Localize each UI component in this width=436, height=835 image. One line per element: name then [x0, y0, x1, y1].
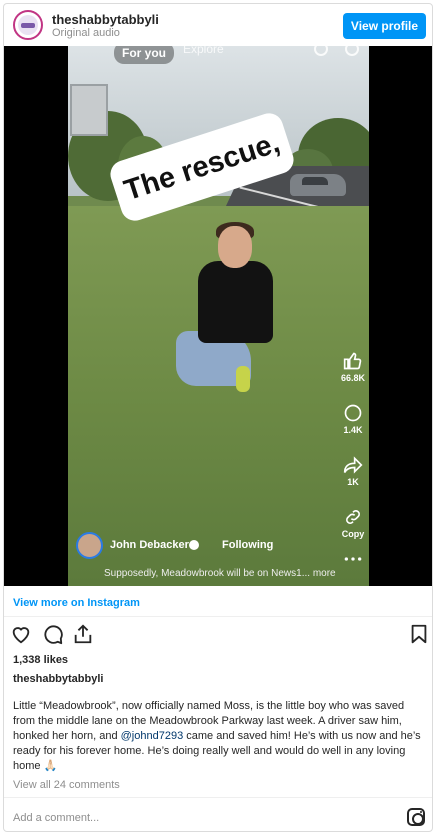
person-head — [218, 226, 252, 268]
post-caption: Little “Meadowbrook”, now officially nam… — [13, 699, 425, 774]
divider — [4, 797, 432, 798]
video-copy: Copy — [336, 507, 369, 539]
post-header: theshabbytabbyli Original audio View pro… — [4, 4, 432, 46]
avatar-image — [18, 15, 38, 35]
tab-for-you: For you — [114, 46, 174, 64]
view-comments-link[interactable]: View all 24 comments — [13, 779, 120, 791]
heart-icon[interactable] — [10, 623, 32, 645]
video-like: 66.8K — [336, 351, 369, 383]
share-arrow-icon — [343, 456, 363, 474]
more-icon — [336, 555, 369, 565]
more-dots — [344, 557, 362, 561]
bookmark-icon[interactable] — [408, 623, 430, 645]
view-profile-button[interactable]: View profile — [343, 13, 426, 39]
video-share-count: 1K — [347, 477, 359, 487]
scene-road-sign — [70, 84, 108, 136]
instagram-icon[interactable] — [407, 808, 425, 826]
video-comments: 1.4K — [336, 403, 369, 435]
view-more-link[interactable]: View more on Instagram — [13, 597, 140, 609]
like-count[interactable]: 1,338 likes — [13, 654, 68, 666]
copy-icon — [346, 510, 360, 524]
search-icon — [314, 46, 328, 56]
comment-bubble-icon — [344, 404, 362, 422]
person-body — [198, 261, 273, 343]
caption-username[interactable]: theshabbytabbyli — [13, 673, 103, 685]
video-copy-label: Copy — [341, 529, 365, 539]
comment-input[interactable] — [13, 812, 393, 824]
profile-icon — [345, 46, 359, 56]
post-media[interactable]: The rescue, For you Explore 66.8K 1.4K 1… — [4, 46, 432, 586]
video-caption: Supposedly, Meadowbrook will be on News1… — [104, 568, 336, 579]
like-icon — [343, 352, 362, 370]
creator-name: John Debacker — [110, 539, 189, 551]
video-like-count: 66.8K — [340, 373, 366, 383]
share-icon[interactable] — [72, 623, 94, 645]
video-comment-count: 1.4K — [343, 425, 363, 435]
scene-car — [290, 174, 346, 196]
caption-mention[interactable]: @johnd7293 — [121, 730, 184, 742]
following-label: Following — [222, 539, 274, 551]
video-frame[interactable]: The rescue, For you Explore 66.8K 1.4K 1… — [68, 46, 369, 586]
person-shoe — [236, 366, 250, 392]
tab-explore: Explore — [183, 46, 224, 56]
profile-avatar[interactable] — [13, 10, 43, 40]
creator-avatar — [76, 532, 103, 559]
comment-icon[interactable] — [42, 623, 64, 645]
instagram-embed-card: theshabbytabbyli Original audio View pro… — [3, 3, 433, 832]
audio-label[interactable]: Original audio — [52, 27, 120, 39]
video-top-bar: For you Explore — [68, 46, 369, 64]
action-bar — [10, 623, 430, 647]
username[interactable]: theshabbytabbyli — [52, 12, 159, 27]
video-creator: John Debacker Following — [76, 532, 296, 560]
divider — [4, 616, 432, 617]
verified-icon — [189, 540, 199, 550]
video-shares: 1K — [336, 455, 369, 487]
